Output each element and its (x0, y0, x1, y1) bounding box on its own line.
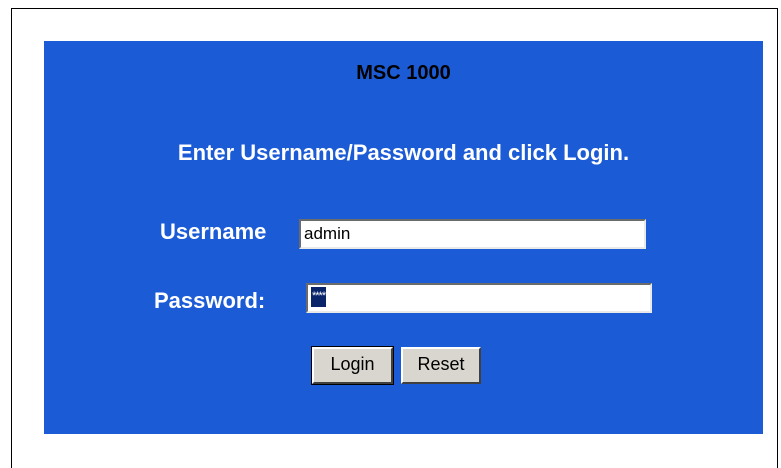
device-title: MSC 1000 (356, 62, 451, 84)
password-label: Password: (154, 288, 266, 313)
username-input[interactable]: admin (299, 219, 646, 249)
login-button[interactable]: Login (311, 346, 394, 385)
login-panel: MSC 1000 Enter Username/Password and cli… (44, 41, 763, 434)
password-input[interactable]: **** (306, 283, 652, 313)
reset-button[interactable]: Reset (401, 347, 481, 384)
login-instruction: Enter Username/Password and click Login. (177, 140, 630, 165)
username-value: admin (304, 224, 351, 243)
password-mask: **** (311, 287, 326, 307)
username-label: Username (160, 219, 267, 244)
